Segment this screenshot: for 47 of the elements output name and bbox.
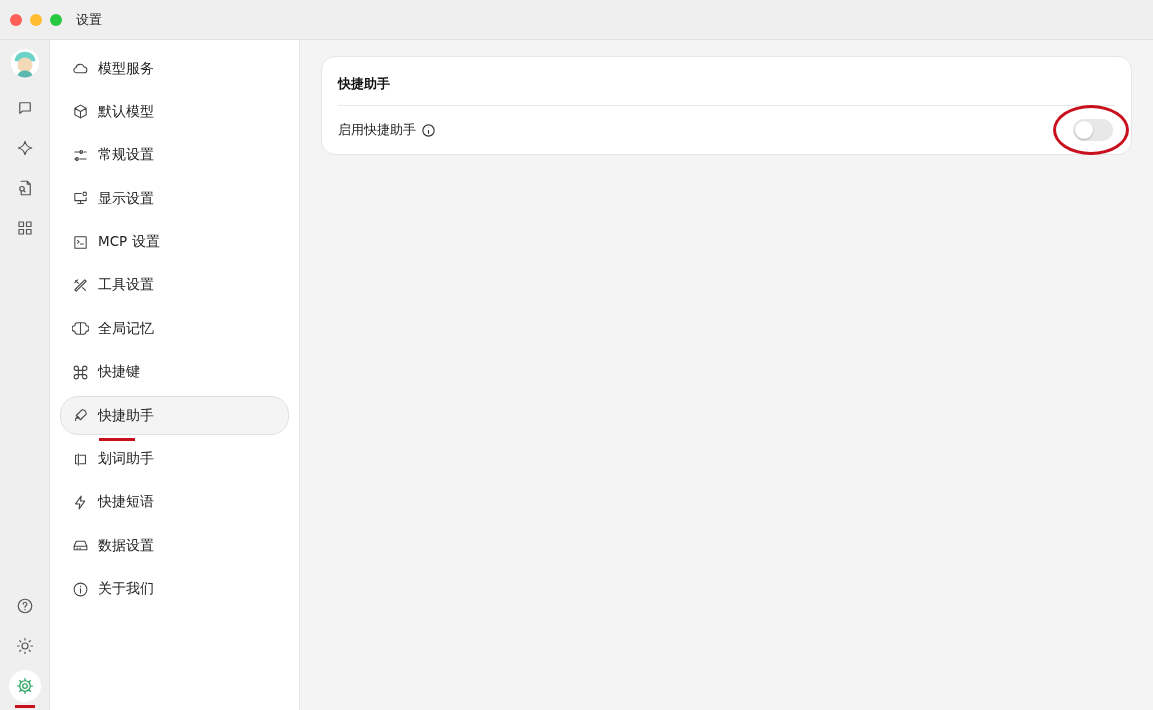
help-icon: [15, 597, 34, 615]
annotation-underline: [99, 438, 135, 442]
settings-icon: [15, 677, 34, 695]
sidebar-item[interactable]: 模型服务: [60, 49, 289, 88]
sidebar-item-label: 工具设置: [98, 276, 154, 295]
card-title: 快捷助手: [338, 57, 1115, 106]
sidebar-item-label: 快捷短语: [98, 493, 154, 512]
sidebar-item-label: 快捷键: [98, 363, 140, 382]
tools-icon: [72, 276, 89, 294]
sidebar-item[interactable]: 常规设置: [60, 135, 289, 175]
sidebar-item-label: 全局记忆: [98, 319, 154, 338]
sidebar-item-label: 默认模型: [98, 102, 154, 121]
setting-label: 启用快捷助手: [338, 121, 416, 139]
sidebar-item[interactable]: 关于我们: [60, 569, 289, 609]
sidebar-item-label: 快捷助手: [98, 406, 154, 425]
command-key-icon: [72, 363, 89, 381]
info-icon: [72, 580, 89, 598]
sidebar-item-label: 关于我们: [98, 580, 154, 599]
info-icon[interactable]: [421, 122, 436, 138]
sidebar-item[interactable]: 快捷键: [60, 352, 289, 392]
zoom-window-icon[interactable]: [50, 13, 62, 26]
annotation-underline: [14, 705, 35, 708]
cube-icon: [72, 103, 89, 121]
sidebar-item-label: 常规设置: [98, 146, 154, 165]
sparkle-icon: [15, 139, 34, 157]
sun-icon: [15, 637, 34, 655]
terminal-icon: [72, 233, 89, 251]
sidebar-item-label: 模型服务: [98, 59, 154, 78]
sidebar-item[interactable]: 划词助手: [60, 439, 289, 479]
sidebar-item[interactable]: 数据设置: [60, 526, 289, 566]
grid-icon: [15, 219, 34, 237]
sidebar-item[interactable]: 默认模型: [60, 92, 289, 132]
sidebar-item-label: 数据设置: [98, 536, 154, 555]
brain-icon: [72, 320, 89, 338]
sidebar-item[interactable]: 工具设置: [60, 265, 289, 305]
text-cursor-icon: [72, 450, 89, 468]
toggle-switch[interactable]: [1073, 119, 1113, 141]
avatar-icon[interactable]: [9, 48, 40, 78]
window-title: 设置: [76, 10, 102, 29]
sidebar-item[interactable]: MCP 设置: [60, 222, 289, 262]
sidebar-item-label: MCP 设置: [98, 233, 160, 252]
sidebar-item[interactable]: 全局记忆: [60, 309, 289, 349]
sidebar-item[interactable]: 快捷短语: [60, 482, 289, 522]
close-window-icon[interactable]: [10, 13, 22, 26]
sidebar-item[interactable]: 显示设置: [60, 179, 289, 219]
sidebar-item-label: 显示设置: [98, 189, 154, 208]
sidebar-item-label: 划词助手: [98, 450, 154, 468]
